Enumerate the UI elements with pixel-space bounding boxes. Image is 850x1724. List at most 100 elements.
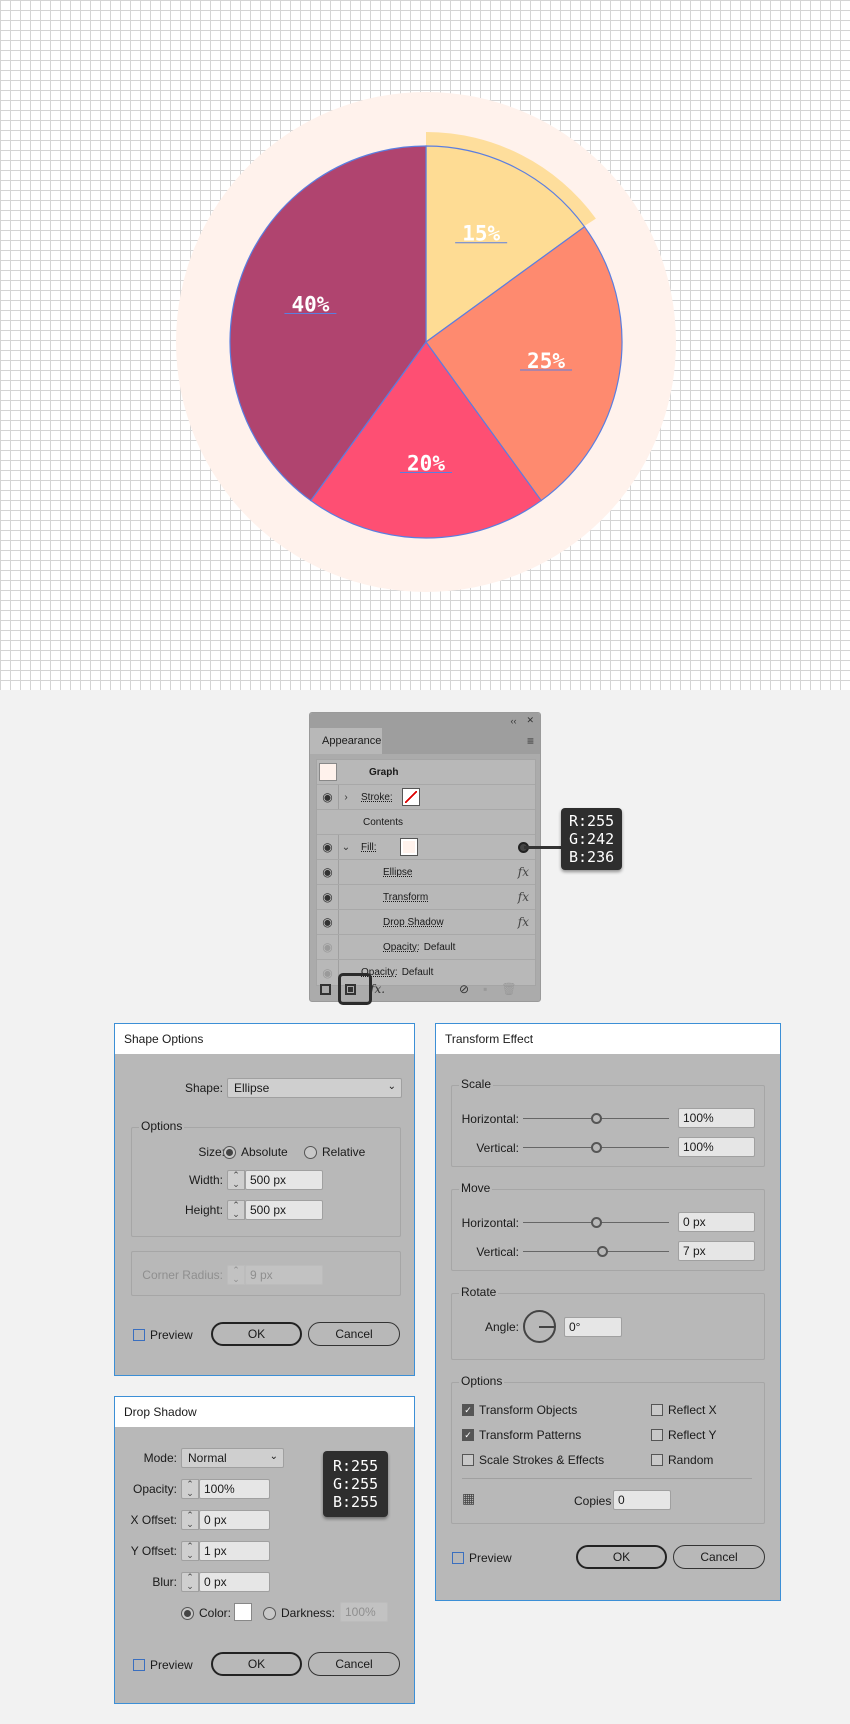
ellipse-effect-link[interactable]: Ellipse: [383, 867, 412, 878]
transform-patterns-checkbox[interactable]: ✓: [462, 1429, 474, 1441]
scale-strokes-label: Scale Strokes & Effects: [479, 1453, 605, 1467]
fill-swatch[interactable]: [399, 838, 418, 856]
height-input[interactable]: 500 px: [245, 1200, 323, 1220]
shadow-color-swatch[interactable]: [234, 1603, 252, 1621]
slice-label[interactable]: 40%: [291, 292, 329, 316]
shape-select[interactable]: Ellipse ⌄: [227, 1078, 402, 1098]
slider-knob[interactable]: [597, 1246, 608, 1257]
scale-vertical-slider[interactable]: [523, 1142, 669, 1153]
preview-checkbox[interactable]: [133, 1659, 145, 1671]
move-vertical-slider[interactable]: [523, 1246, 669, 1257]
transform-effect-link[interactable]: Transform: [383, 892, 428, 903]
options-group-title: Options: [459, 1374, 505, 1388]
x-offset-input[interactable]: 0 px: [199, 1510, 270, 1530]
reflect-y-checkbox[interactable]: [651, 1429, 663, 1441]
angle-input[interactable]: 0°: [564, 1317, 622, 1337]
delete-item-icon[interactable]: 🗑: [501, 982, 516, 996]
slider-knob[interactable]: [591, 1142, 602, 1153]
eye-icon[interactable]: ◉: [317, 785, 339, 809]
scale-horizontal-slider[interactable]: [523, 1113, 669, 1124]
reference-point-icon[interactable]: ▦: [462, 1490, 475, 1507]
divider: [462, 1478, 752, 1479]
row-drop-shadow[interactable]: ◉ Drop Shadow fx: [317, 910, 535, 935]
reflect-x-checkbox[interactable]: [651, 1404, 663, 1416]
row-stroke[interactable]: ◉ › Stroke:: [317, 785, 535, 810]
eye-icon[interactable]: ◉: [317, 935, 339, 959]
panel-menu-icon[interactable]: ≡: [527, 728, 540, 754]
opacity-input[interactable]: 100%: [199, 1479, 270, 1499]
drop-shadow-effect-link[interactable]: Drop Shadow: [383, 917, 444, 928]
y-offset-input[interactable]: 1 px: [199, 1541, 270, 1561]
row-graph[interactable]: Graph: [317, 760, 535, 785]
scale-horizontal-input[interactable]: 100%: [678, 1108, 755, 1128]
scale-strokes-checkbox[interactable]: [462, 1454, 474, 1466]
move-horizontal-input[interactable]: 0 px: [678, 1212, 755, 1232]
height-stepper[interactable]: ⌃ ⌄: [227, 1200, 245, 1220]
x-offset-stepper[interactable]: ⌃ ⌄: [181, 1510, 199, 1530]
copies-input[interactable]: 0: [613, 1490, 671, 1510]
fx-icon[interactable]: fx: [518, 890, 529, 904]
rotate-group-title: Rotate: [459, 1285, 499, 1299]
fx-icon[interactable]: fx: [518, 865, 529, 879]
chevron-right-icon[interactable]: ›: [339, 792, 353, 803]
tab-appearance[interactable]: Appearance: [310, 728, 382, 754]
close-panel-icon[interactable]: ✕: [526, 715, 534, 726]
slice-label[interactable]: 25%: [527, 349, 565, 373]
slice-label[interactable]: 20%: [407, 452, 445, 476]
duplicate-item-icon[interactable]: ▪: [483, 982, 487, 996]
chevron-down-icon: ⌄: [387, 1081, 396, 1092]
random-checkbox[interactable]: [651, 1454, 663, 1466]
stroke-label[interactable]: Stroke:: [361, 792, 393, 803]
eye-icon[interactable]: ◉: [317, 860, 339, 884]
collapse-panel-icon[interactable]: ‹‹: [510, 716, 516, 726]
eye-icon[interactable]: ◉: [317, 885, 339, 909]
shape-options-dialog: Shape Options Shape: Ellipse ⌄ Options Si…: [114, 1023, 415, 1376]
ok-button[interactable]: OK: [211, 1652, 302, 1676]
row-contents[interactable]: Contents: [317, 810, 535, 835]
row-fill-opacity[interactable]: ◉ Opacity: Default: [317, 935, 535, 960]
darkness-radio[interactable]: [263, 1607, 276, 1620]
eye-icon[interactable]: ◉: [317, 910, 339, 934]
width-stepper[interactable]: ⌃ ⌄: [227, 1170, 245, 1190]
add-effect-icon[interactable]: fx.: [370, 982, 385, 996]
chevron-down-icon[interactable]: ⌄: [339, 842, 353, 853]
cancel-button[interactable]: Cancel: [308, 1322, 400, 1346]
blur-input[interactable]: 0 px: [199, 1572, 270, 1592]
move-group-title: Move: [459, 1181, 493, 1195]
add-stroke-icon[interactable]: [320, 983, 331, 995]
slice-label[interactable]: 15%: [462, 222, 500, 246]
row-ellipse[interactable]: ◉ Ellipse fx: [317, 860, 535, 885]
relative-radio[interactable]: [304, 1146, 317, 1159]
ok-button[interactable]: OK: [576, 1545, 667, 1569]
slider-knob[interactable]: [591, 1217, 602, 1228]
eye-icon[interactable]: ◉: [317, 835, 339, 859]
y-offset-stepper[interactable]: ⌃ ⌄: [181, 1541, 199, 1561]
cancel-button[interactable]: Cancel: [308, 1652, 400, 1676]
contents-label: Contents: [363, 816, 404, 828]
move-vertical-input[interactable]: 7 px: [678, 1241, 755, 1261]
cancel-button[interactable]: Cancel: [673, 1545, 765, 1569]
row-fill[interactable]: ◉ ⌄ Fill:: [317, 835, 535, 860]
clear-appearance-icon[interactable]: ⊘: [459, 982, 469, 996]
transform-objects-checkbox[interactable]: ✓: [462, 1404, 474, 1416]
pie-chart[interactable]: 15% 25% 20% 40%: [0, 0, 850, 690]
stroke-none-swatch[interactable]: [401, 788, 420, 806]
blur-stepper[interactable]: ⌃ ⌄: [181, 1572, 199, 1592]
slider-knob[interactable]: [591, 1113, 602, 1124]
row-transform[interactable]: ◉ Transform fx: [317, 885, 535, 910]
preview-checkbox[interactable]: [452, 1552, 464, 1564]
ok-button[interactable]: OK: [211, 1322, 302, 1346]
mode-select[interactable]: Normal ⌄: [181, 1448, 284, 1468]
artboard-canvas[interactable]: 15% 25% 20% 40%: [0, 0, 850, 690]
opacity-link[interactable]: Opacity:: [383, 942, 420, 953]
width-input[interactable]: 500 px: [245, 1170, 323, 1190]
fill-label[interactable]: Fill:: [361, 842, 377, 853]
preview-checkbox[interactable]: [133, 1329, 145, 1341]
opacity-stepper[interactable]: ⌃ ⌄: [181, 1479, 199, 1499]
move-horizontal-slider[interactable]: [523, 1217, 669, 1228]
absolute-radio[interactable]: [223, 1146, 236, 1159]
fx-icon[interactable]: fx: [518, 915, 529, 929]
color-radio[interactable]: [181, 1607, 194, 1620]
angle-dial[interactable]: [523, 1310, 556, 1343]
scale-vertical-input[interactable]: 100%: [678, 1137, 755, 1157]
